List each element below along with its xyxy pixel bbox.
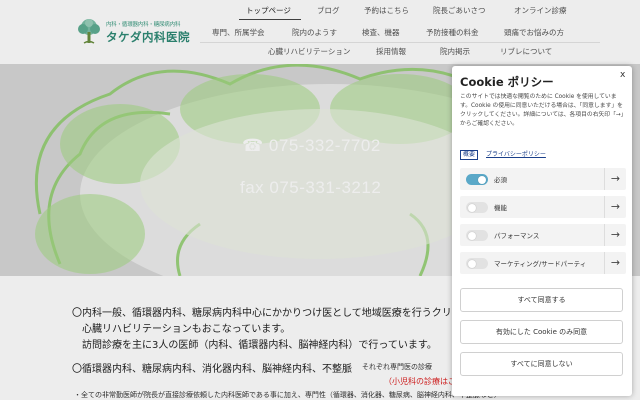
functional-toggle[interactable] bbox=[466, 202, 488, 213]
required-toggle[interactable] bbox=[466, 174, 488, 185]
cookie-category-performance: パフォーマンス → bbox=[460, 224, 626, 246]
cookie-category-marketing: マーケティング/サードパーティ → bbox=[460, 252, 626, 274]
toggle-knob bbox=[468, 203, 476, 212]
category-label: 必須 bbox=[494, 176, 507, 184]
arrow-right-icon[interactable]: → bbox=[604, 168, 626, 190]
privacy-policy-link[interactable]: プライバシーポリシー bbox=[486, 150, 546, 160]
accept-all-button[interactable]: すべて同意する bbox=[460, 288, 623, 312]
summary-link[interactable]: 概要 bbox=[460, 150, 479, 160]
toggle-knob bbox=[468, 259, 476, 268]
category-label: マーケティング/サードパーティ bbox=[494, 260, 587, 268]
reject-all-button[interactable]: すべてに同意しない bbox=[460, 352, 623, 376]
cookie-links: 概要 プライバシーポリシー bbox=[460, 150, 546, 160]
category-label: 機能 bbox=[494, 204, 507, 212]
marketing-toggle[interactable] bbox=[466, 258, 488, 269]
toggle-knob bbox=[478, 175, 486, 184]
close-icon[interactable]: x bbox=[620, 70, 625, 80]
cookie-policy-dialog: Cookie ポリシー x このサイトでは快適な閲覧のために Cookie を使… bbox=[452, 66, 632, 396]
arrow-right-icon[interactable]: → bbox=[604, 224, 626, 246]
category-label: パフォーマンス bbox=[494, 232, 540, 240]
cookie-category-required: 必須 → bbox=[460, 168, 626, 190]
cookie-category-functional: 機能 → bbox=[460, 196, 626, 218]
arrow-right-icon[interactable]: → bbox=[604, 252, 626, 274]
performance-toggle[interactable] bbox=[466, 230, 488, 241]
toggle-knob bbox=[468, 231, 476, 240]
arrow-right-icon[interactable]: → bbox=[604, 196, 626, 218]
cookie-title: Cookie ポリシー bbox=[460, 75, 554, 89]
accept-enabled-button[interactable]: 有効にした Cookie のみ同意 bbox=[460, 320, 623, 344]
cookie-description: このサイトでは快適な閲覧のために Cookie を使用しています。Cookie … bbox=[460, 94, 624, 127]
